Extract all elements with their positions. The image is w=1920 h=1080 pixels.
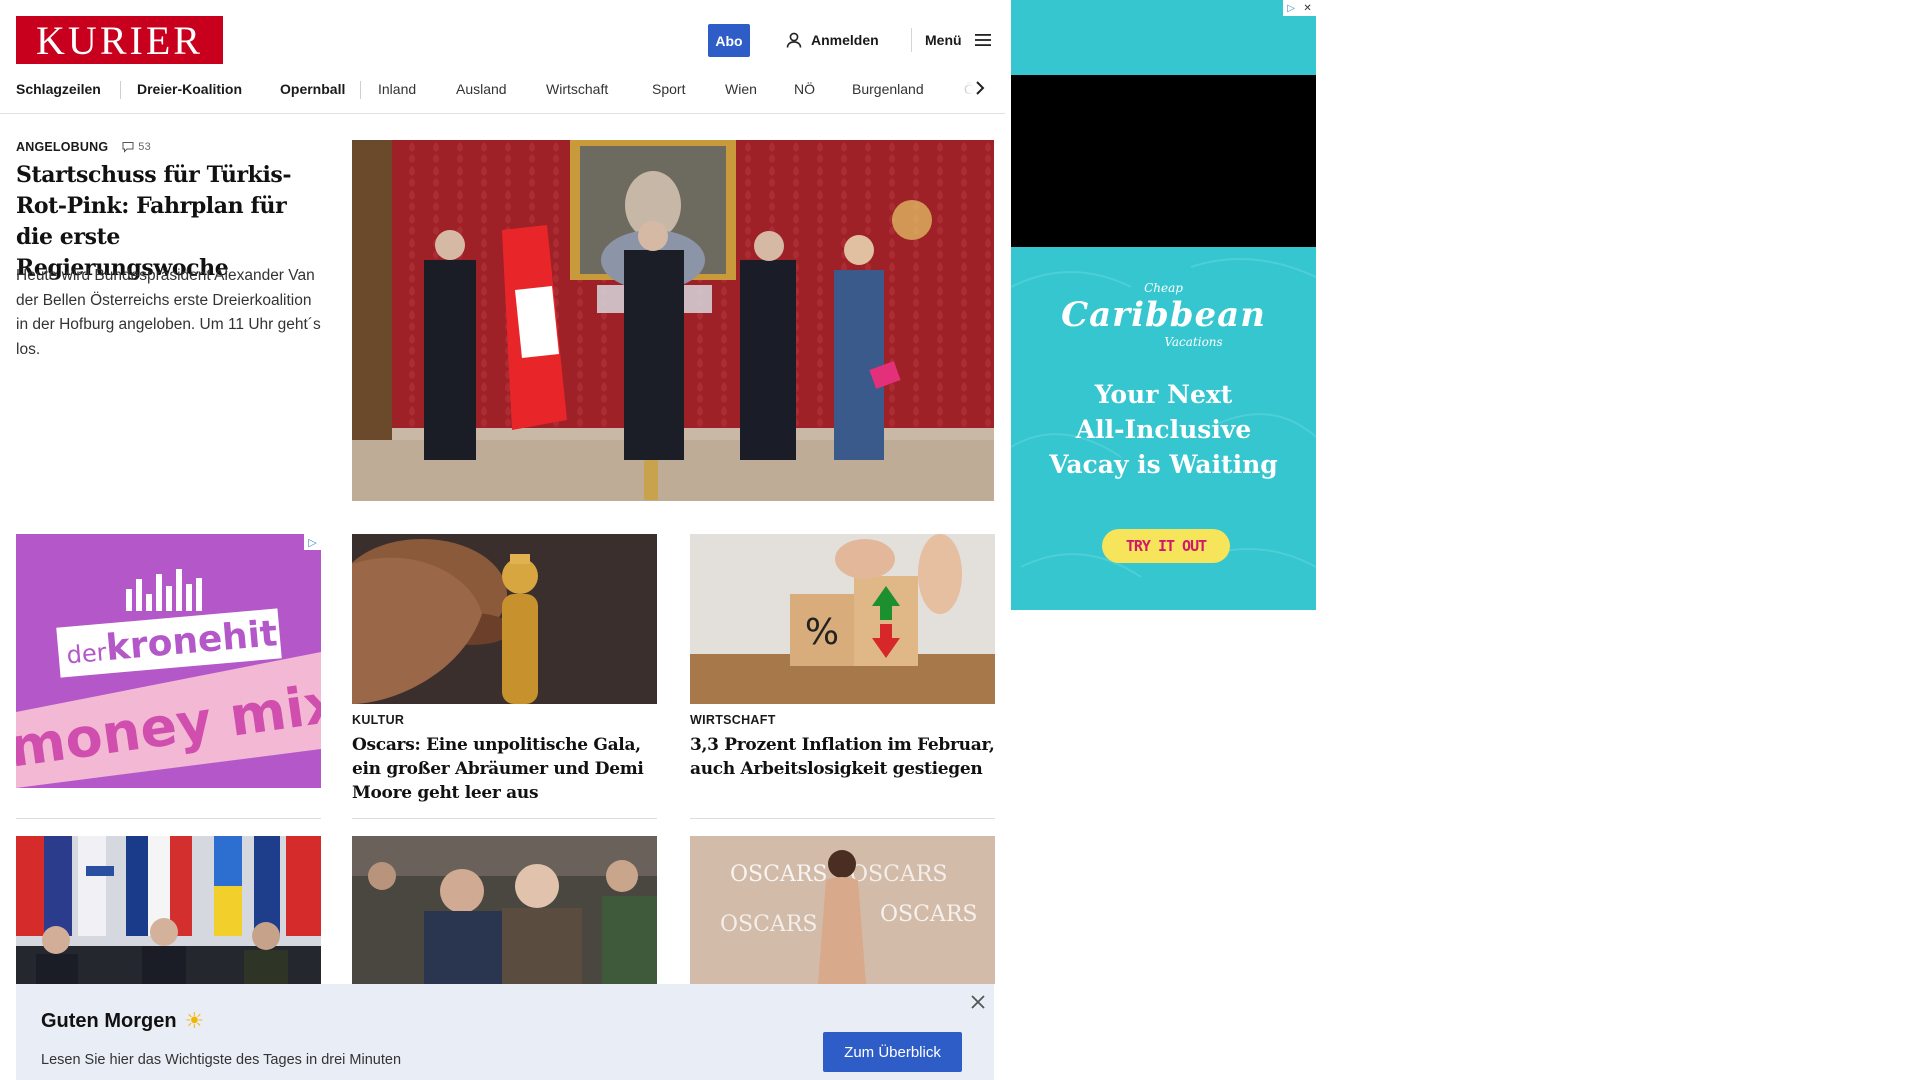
overview-button[interactable]: Zum Überblick — [823, 1032, 962, 1072]
svg-text:%: % — [805, 612, 839, 653]
card-oscars-redcarpet-image[interactable]: OSCARS OSCARS OSCARS OSCARS — [690, 836, 995, 984]
nav-item-opernball[interactable]: Opernball — [280, 81, 345, 97]
kronehit-prefix: der — [65, 638, 108, 670]
ad-brand-bottom: Vacations — [1164, 335, 1223, 349]
comment-count-value: 53 — [138, 141, 151, 153]
ad-headline: Your Next All-Inclusive Vacay is Waiting — [1011, 377, 1316, 482]
comment-icon — [122, 142, 134, 153]
card-inflation-image[interactable]: % — [690, 534, 995, 704]
abo-button[interactable]: Abo — [708, 24, 750, 57]
menu-button[interactable]: Menü — [925, 28, 992, 52]
card-divider — [16, 818, 321, 819]
ad-brand-main: Caribbean — [1061, 295, 1266, 335]
nav-item-wien[interactable]: Wien — [725, 81, 757, 97]
oscar-kiss-photo — [352, 534, 657, 704]
ad-headline-line: Your Next — [1094, 380, 1233, 409]
ad-top-strip — [1011, 0, 1316, 75]
ad-headline-line: Vacay is Waiting — [1049, 450, 1278, 479]
nav-item-dreier-koalition[interactable]: Dreier-Koalition — [137, 81, 242, 97]
oscars-wall-text: OSCARS — [720, 912, 817, 937]
main-column: KURIER Abo Anmelden Menü Schlagzeilen Dr… — [0, 0, 1005, 1080]
oscars-redcarpet-photo: OSCARS OSCARS OSCARS OSCARS — [690, 836, 995, 984]
card-summit-image[interactable] — [16, 836, 321, 984]
comment-count[interactable]: 53 — [122, 141, 151, 153]
nav-separator — [120, 81, 121, 99]
ad-video-area — [1011, 75, 1316, 247]
nav-item-inland[interactable]: Inland — [378, 81, 416, 97]
close-icon[interactable]: ✕ — [1303, 3, 1311, 14]
nav-item-noe[interactable]: NÖ — [794, 81, 815, 97]
site-header: KURIER Abo Anmelden Menü Schlagzeilen Dr… — [0, 0, 1005, 114]
ad-body: Cheap Caribbean Vacations Your Next All-… — [1011, 247, 1316, 610]
caribbean-vacations-ad[interactable]: ▷ ✕ Cheap Caribbean Vacations Your Next … — [1011, 0, 1316, 610]
section-nav: Schlagzeilen Dreier-Koalition Opernball … — [16, 78, 991, 100]
kurier-logo[interactable]: KURIER — [16, 16, 223, 64]
nav-item-burgenland[interactable]: Burgenland — [852, 81, 924, 97]
user-icon — [786, 32, 802, 48]
kronehit-ad[interactable]: derkronehit money mix ▷ — [16, 534, 321, 788]
header-divider — [911, 28, 912, 52]
oscars-wall-text: OSCARS — [730, 862, 827, 887]
nav-item-sport[interactable]: Sport — [652, 81, 685, 97]
card-inflation-kicker[interactable]: WIRTSCHAFT — [690, 713, 776, 727]
card-oscars-kicker[interactable]: KULTUR — [352, 713, 404, 727]
morning-briefing-banner: Guten Morgen ☀ Lesen Sie hier das Wichti… — [16, 984, 994, 1080]
nav-item-schlagzeilen[interactable]: Schlagzeilen — [16, 81, 101, 97]
adchoices-icon[interactable]: ▷ — [1287, 3, 1295, 14]
card-oscars-headline[interactable]: Oscars: Eine unpolitische Gala, ein groß… — [352, 733, 657, 805]
ad-headline-line: All-Inclusive — [1075, 415, 1252, 444]
nav-item-wirtschaft[interactable]: Wirtschaft — [546, 81, 608, 97]
handshake-photo — [352, 836, 657, 984]
inflation-blocks-photo: % — [690, 534, 995, 704]
hamburger-icon — [974, 34, 991, 46]
lead-photo[interactable] — [352, 140, 994, 501]
lead-teaser[interactable]: Heute wird Bundespräsident Alexander Van… — [16, 264, 326, 362]
lead-kicker: ANGELOBUNG 53 — [16, 140, 151, 154]
card-oscars-image[interactable] — [352, 534, 657, 704]
oscars-wall-text: OSCARS — [880, 902, 977, 927]
login-label: Anmelden — [811, 32, 879, 48]
nav-item-ausland[interactable]: Ausland — [456, 81, 507, 97]
nav-separator — [360, 81, 361, 99]
login-button[interactable]: Anmelden — [785, 28, 879, 52]
card-politics-image[interactable] — [352, 836, 657, 984]
card-inflation-headline[interactable]: 3,3 Prozent Inflation im Februar, auch A… — [690, 733, 995, 781]
card-divider — [690, 818, 995, 819]
try-it-out-button[interactable]: TRY IT OUT — [1102, 529, 1230, 563]
banner-title: Guten Morgen ☀ — [41, 1008, 204, 1034]
hofburg-photo — [352, 140, 994, 501]
oscars-wall-text: OSCARS — [850, 862, 947, 887]
card-divider — [352, 818, 657, 819]
chevron-right-icon[interactable] — [973, 79, 987, 97]
banner-subtitle: Lesen Sie hier das Wichtigste des Tages … — [41, 1052, 402, 1068]
sun-icon: ☀ — [184, 1008, 205, 1033]
summit-photo — [16, 836, 321, 984]
menu-label: Menü — [925, 32, 962, 48]
lead-category[interactable]: ANGELOBUNG — [16, 140, 108, 154]
close-icon[interactable] — [970, 994, 986, 1010]
ad-badge[interactable]: ▷ ✕ — [1283, 0, 1316, 16]
ad-brand-top: Cheap — [1144, 281, 1183, 295]
banner-title-text: Guten Morgen — [41, 1009, 177, 1032]
adchoices-icon[interactable]: ▷ — [304, 534, 321, 550]
